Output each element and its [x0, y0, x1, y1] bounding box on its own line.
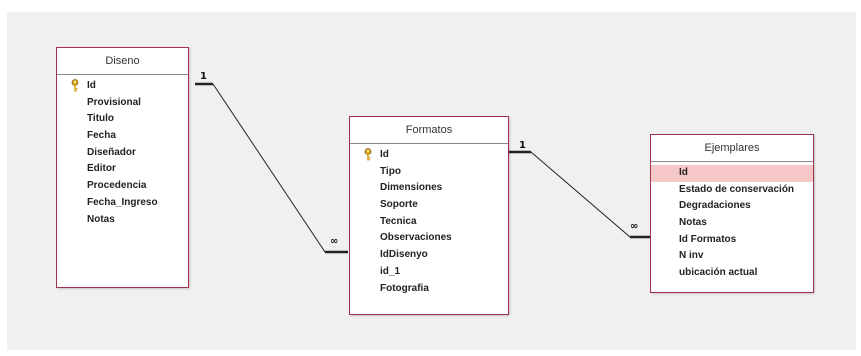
field-name: Soporte [380, 199, 418, 211]
field-name: Editor [87, 163, 116, 175]
table-title[interactable]: Formatos [350, 117, 508, 144]
field-list: Id Provisional Titulo Fecha Diseñador Ed… [57, 75, 188, 228]
field-name: Degradaciones [679, 200, 751, 212]
field-name: Observaciones [380, 232, 452, 244]
field-name: Dimensiones [380, 182, 443, 194]
field-name: Id Formatos [679, 233, 737, 245]
field-name: Diseñador [87, 146, 136, 158]
field-name: Notas [87, 213, 115, 225]
field-row[interactable]: Fecha_Ingreso [57, 195, 188, 212]
field-name: Fecha_Ingreso [87, 196, 158, 208]
field-row[interactable]: IdDisenyo [350, 247, 508, 264]
table-ejemplares[interactable]: Ejemplares Id Estado de conservación Deg… [650, 134, 814, 293]
primary-key-icon [364, 148, 372, 161]
field-name: Provisional [87, 96, 141, 108]
field-name: ubicación actual [679, 267, 758, 279]
field-row[interactable]: Id Formatos [651, 232, 813, 249]
field-row[interactable]: Notas [651, 215, 813, 232]
field-name: IdDisenyo [380, 249, 428, 261]
field-row-selected[interactable]: Id [651, 165, 813, 182]
field-name: N inv [679, 250, 704, 262]
field-name: Fotografia [380, 282, 429, 294]
field-row[interactable]: Procedencia [57, 178, 188, 195]
field-row[interactable]: N inv [651, 248, 813, 265]
table-diseno[interactable]: Diseno Id Provisional Titulo Fecha Diseñ… [56, 47, 189, 288]
field-row[interactable]: Fecha [57, 128, 188, 145]
field-row[interactable]: Id [57, 78, 188, 95]
field-row[interactable]: Estado de conservación [651, 182, 813, 199]
field-row[interactable]: Tipo [350, 164, 508, 181]
field-row[interactable]: ubicación actual [651, 265, 813, 282]
field-row[interactable]: Dimensiones [350, 180, 508, 197]
field-name: Notas [679, 217, 707, 229]
field-row[interactable]: Degradaciones [651, 198, 813, 215]
field-row[interactable]: id_1 [350, 264, 508, 281]
field-row[interactable]: Observaciones [350, 230, 508, 247]
primary-key-icon [71, 79, 79, 92]
field-row[interactable]: Tecnica [350, 214, 508, 231]
field-name: Fecha [87, 130, 116, 142]
field-name: Titulo [87, 113, 115, 125]
field-name: Tipo [380, 165, 401, 177]
field-row[interactable]: Diseñador [57, 145, 188, 162]
field-row[interactable]: Notas [57, 212, 188, 229]
field-name: id_1 [380, 265, 401, 277]
field-name: Id [380, 149, 389, 160]
one-cardinality-label: 1 [200, 71, 207, 82]
field-row[interactable]: Soporte [350, 197, 508, 214]
field-row[interactable]: Fotografia [350, 281, 508, 298]
field-list: Id Estado de conservación Degradaciones … [651, 162, 813, 282]
field-row[interactable]: Titulo [57, 111, 188, 128]
field-name: Id [87, 80, 96, 91]
field-name: Procedencia [87, 180, 147, 192]
many-cardinality-label: ∞ [330, 236, 339, 247]
field-name: Tecnica [380, 215, 417, 227]
field-row[interactable]: Provisional [57, 95, 188, 112]
one-cardinality-label: 1 [519, 140, 526, 151]
field-name: Estado de conservación [679, 183, 795, 195]
table-title[interactable]: Diseno [57, 48, 188, 75]
many-cardinality-label: ∞ [630, 221, 639, 232]
field-row[interactable]: Id [350, 147, 508, 164]
field-name: Id [679, 167, 688, 178]
field-list: Id Tipo Dimensiones Soporte Tecnica Obse… [350, 144, 508, 297]
table-title[interactable]: Ejemplares [651, 135, 813, 162]
field-row[interactable]: Editor [57, 161, 188, 178]
table-formatos[interactable]: Formatos Id Tipo Dimensiones Soporte Tec… [349, 116, 509, 315]
